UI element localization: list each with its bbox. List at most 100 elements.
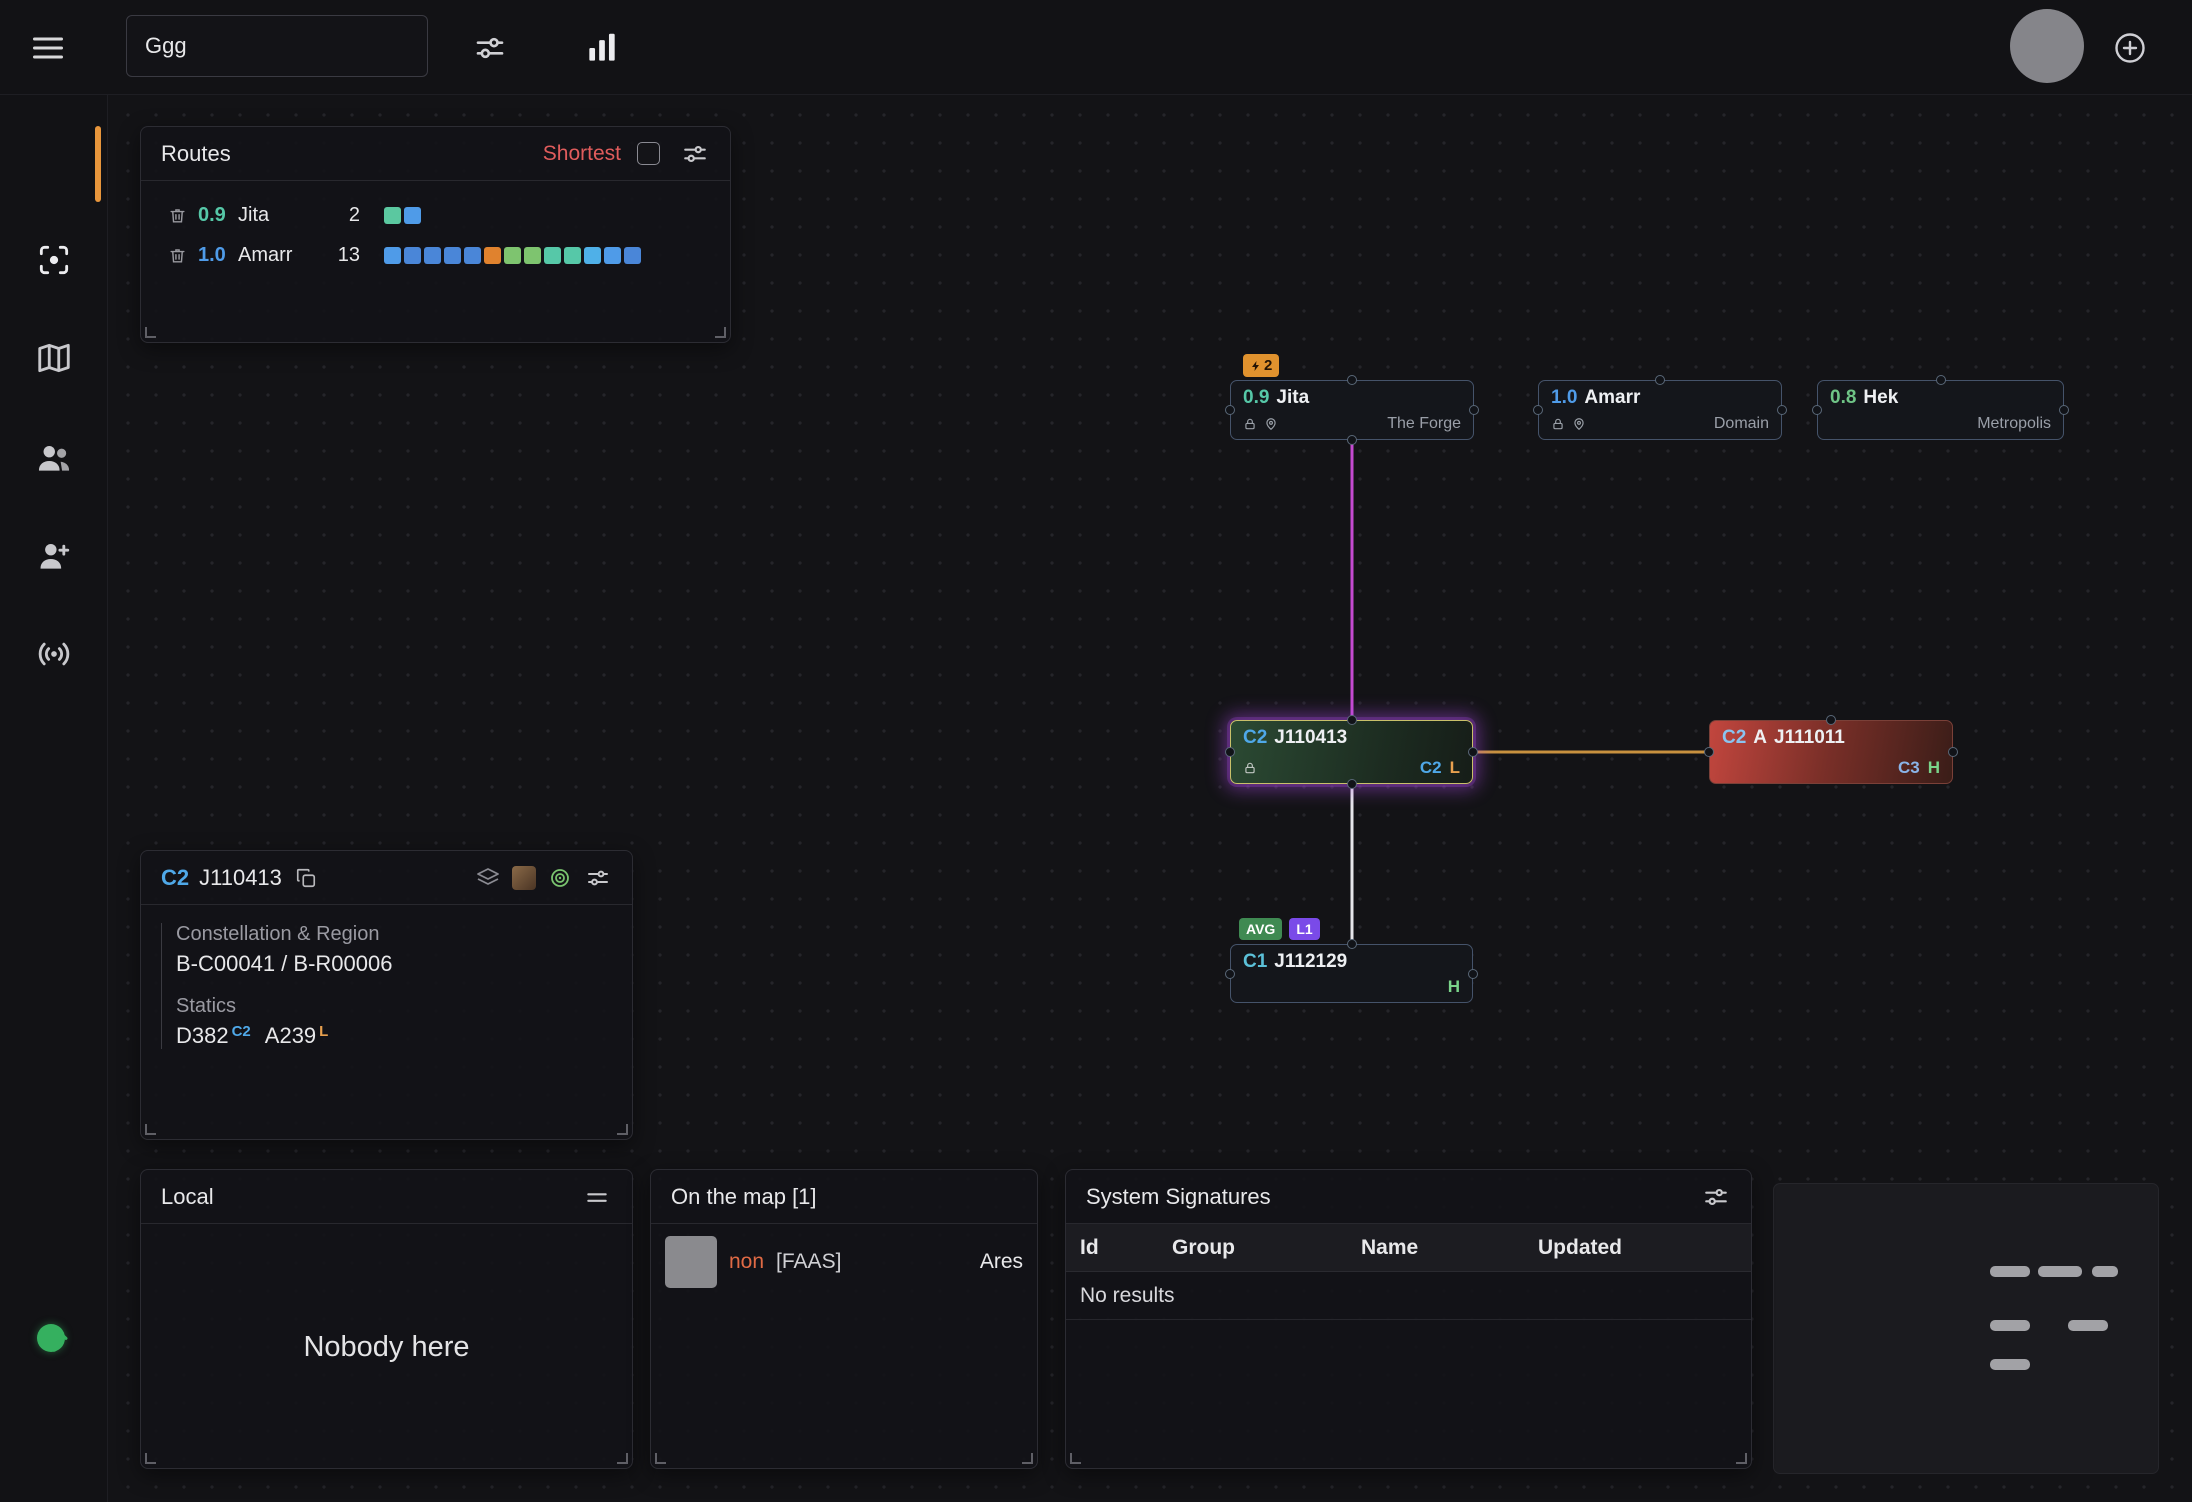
wormhole-class: C2: [1243, 728, 1267, 747]
layers-icon[interactable]: [474, 864, 502, 892]
add-icon[interactable]: [2108, 26, 2152, 70]
connector-dot[interactable]: [1948, 747, 1958, 757]
wormhole-mapper-app: 2 0.9 Jita The Forge 1.0 Amarr Domain: [0, 0, 2192, 1502]
route-jump-square: [384, 247, 401, 264]
resize-handle[interactable]: [145, 1124, 156, 1135]
info-settings-icon[interactable]: [584, 864, 612, 892]
connector-dot[interactable]: [1704, 747, 1714, 757]
map-node-amarr[interactable]: 1.0 Amarr Domain: [1538, 380, 1782, 440]
pilot-row[interactable]: non [FAAS] Ares: [651, 1224, 1037, 1300]
connector-dot[interactable]: [1936, 375, 1946, 385]
local-list-icon[interactable]: [582, 1182, 612, 1212]
overview-widget[interactable]: [1773, 1183, 2159, 1474]
resize-handle[interactable]: [145, 1453, 156, 1464]
connector-dot[interactable]: [1655, 375, 1665, 385]
route-jump-square: [584, 247, 601, 264]
statics-value: D382C2A239L: [176, 1023, 612, 1049]
statics-labels: C2 L: [1420, 759, 1460, 776]
connector-dot[interactable]: [1347, 435, 1357, 445]
copy-icon[interactable]: [292, 864, 320, 892]
bolt-icon: [1250, 360, 1262, 372]
connector-dot[interactable]: [1468, 969, 1478, 979]
filter-sliders-icon[interactable]: [468, 26, 512, 70]
connector-dot[interactable]: [1812, 405, 1822, 415]
wormhole-class: C2: [161, 865, 189, 891]
route-jump-square: [564, 247, 581, 264]
system-name: J110413: [199, 865, 282, 891]
connector-dot[interactable]: [1347, 375, 1357, 385]
resize-handle[interactable]: [655, 1453, 666, 1464]
constellation-label: Constellation & Region: [176, 923, 612, 946]
shortest-checkbox[interactable]: [637, 142, 660, 165]
panel-title: Routes: [161, 141, 231, 167]
map-node-jita[interactable]: 2 0.9 Jita The Forge: [1230, 380, 1474, 440]
route-row[interactable]: 0.9 Jita 2: [141, 195, 730, 235]
menu-icon[interactable]: [26, 26, 70, 70]
resize-handle[interactable]: [617, 1124, 628, 1135]
pilot-name[interactable]: non: [729, 1250, 764, 1274]
map-node-j110413[interactable]: C2 J110413 C2 L: [1230, 720, 1473, 784]
routes-settings-icon[interactable]: [680, 139, 710, 169]
connector-dot[interactable]: [1347, 939, 1357, 949]
sidebar-item-broadcast[interactable]: [32, 632, 76, 676]
connector-dot[interactable]: [1225, 969, 1235, 979]
lock-icon: [1243, 417, 1257, 431]
column-group: Group: [1172, 1236, 1361, 1260]
sidebar-item-map[interactable]: [32, 336, 76, 380]
connector-dot[interactable]: [1347, 779, 1357, 789]
signatures-settings-icon[interactable]: [1701, 1182, 1731, 1212]
route-jump-squares: [384, 247, 641, 264]
target-icon[interactable]: [546, 864, 574, 892]
route-destination[interactable]: Amarr: [238, 244, 324, 267]
resize-handle[interactable]: [1022, 1453, 1033, 1464]
map-name-input[interactable]: [126, 15, 428, 77]
region-name: Domain: [1714, 416, 1769, 432]
region-name: Metropolis: [1977, 416, 2051, 432]
map-node-hek[interactable]: 0.8 Hek Metropolis: [1817, 380, 2064, 440]
constellation-value: B-C00041 / B-R00006: [176, 951, 612, 977]
delete-route-icon[interactable]: [166, 204, 188, 226]
connector-dot[interactable]: [1533, 405, 1543, 415]
resize-handle[interactable]: [1736, 1453, 1747, 1464]
kills-badge[interactable]: 2: [1243, 354, 1279, 377]
connector-dot[interactable]: [2059, 405, 2069, 415]
shortest-mode-label[interactable]: Shortest: [543, 142, 621, 166]
panel-title: System Signatures: [1086, 1184, 1271, 1210]
resize-handle[interactable]: [1070, 1453, 1081, 1464]
connector-dot[interactable]: [1826, 715, 1836, 725]
security-status: 1.0: [1551, 388, 1577, 407]
route-jump-count: 2: [324, 204, 360, 227]
connector-dot[interactable]: [1469, 405, 1479, 415]
local-panel-header: Local: [141, 1170, 632, 1224]
connector-dot[interactable]: [1777, 405, 1787, 415]
delete-route-icon[interactable]: [166, 244, 188, 266]
bar-chart-icon[interactable]: [578, 24, 626, 72]
sidebar-item-add-character[interactable]: [32, 534, 76, 578]
sidebar-item-characters[interactable]: [32, 436, 76, 480]
static-class: C2: [1420, 759, 1442, 776]
location-pin-icon: [1264, 417, 1278, 431]
sidebar-item-tracking[interactable]: [32, 238, 76, 282]
wormhole-class: C1: [1243, 952, 1267, 971]
static-class: L: [1450, 759, 1460, 776]
on-the-map-header: On the map [1]: [651, 1170, 1037, 1224]
map-node-j112129[interactable]: AVG L1 C1 J112129 H: [1230, 944, 1473, 1003]
route-destination[interactable]: Jita: [238, 204, 324, 227]
route-row[interactable]: 1.0 Amarr 13: [141, 235, 730, 275]
system-thumbnail[interactable]: [512, 866, 536, 890]
panel-title: On the map [1]: [671, 1184, 817, 1210]
connector-dot[interactable]: [1347, 715, 1357, 725]
map-node-j111011[interactable]: C2 A J111011 C3 H: [1709, 720, 1953, 784]
resize-handle[interactable]: [617, 1453, 628, 1464]
resize-handle[interactable]: [715, 327, 726, 338]
connector-dot[interactable]: [1225, 405, 1235, 415]
pilot-ship: Ares: [980, 1250, 1023, 1274]
route-jump-square: [404, 247, 421, 264]
connector-dot[interactable]: [1468, 747, 1478, 757]
user-avatar[interactable]: [2010, 9, 2084, 83]
connector-dot[interactable]: [1225, 747, 1235, 757]
resize-handle[interactable]: [145, 327, 156, 338]
lock-icon: [1243, 761, 1257, 775]
node-badges: AVG L1: [1239, 918, 1320, 940]
system-name: Hek: [1863, 388, 1898, 407]
